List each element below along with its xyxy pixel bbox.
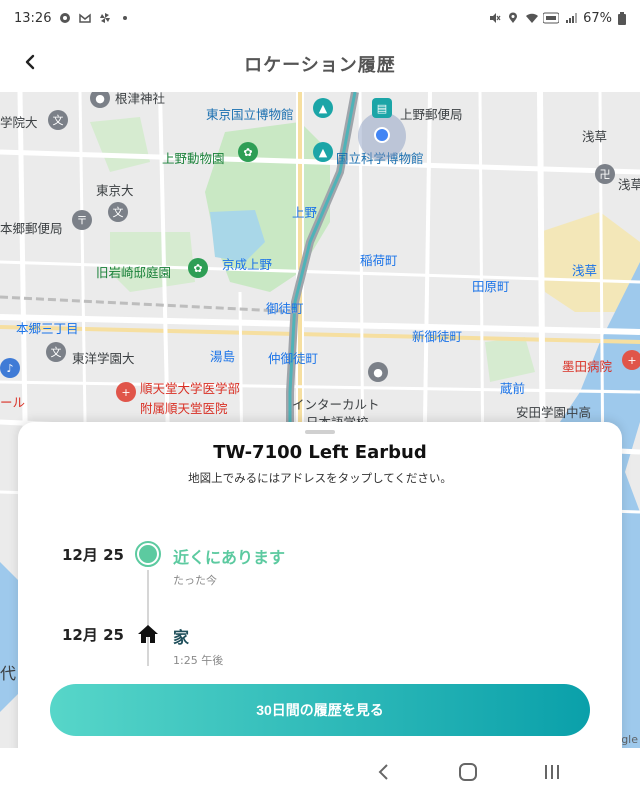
map-label-juntendo[interactable]: 順天堂大学医学部 xyxy=(140,378,240,397)
map-label-interculture[interactable]: インターカルト xyxy=(292,394,380,413)
google-logo: gle xyxy=(621,733,638,746)
map-label-okachimachi[interactable]: 御徒町 xyxy=(266,298,304,317)
map-label-hall[interactable]: ール xyxy=(0,392,25,411)
current-location-icon[interactable] xyxy=(374,127,390,143)
location-icon xyxy=(507,12,519,24)
app-screen: 13:26 67% ロケーション履歴 根津神社 ● 学院大 文 東京国立博物館 … xyxy=(0,0,640,800)
map-label-yushima[interactable]: 湯島 xyxy=(210,346,235,365)
gmail-icon xyxy=(79,12,92,24)
signal-icon xyxy=(565,12,578,24)
camera-dot-icon xyxy=(59,12,71,24)
back-button[interactable] xyxy=(12,46,48,82)
wifi-icon xyxy=(525,12,539,24)
nav-home-button[interactable] xyxy=(454,760,482,788)
map-label-hongo-post[interactable]: 本郷郵便局 xyxy=(0,218,63,237)
map-label-ueno[interactable]: 上野 xyxy=(292,202,317,221)
status-time: 13:26 xyxy=(14,10,52,26)
view-30-day-history-button[interactable]: 30日間の履歴を見る xyxy=(50,684,590,736)
map-label-gakuin[interactable]: 学院大 xyxy=(0,112,38,131)
map-label-ueno-post[interactable]: 上野郵便局 xyxy=(400,104,463,123)
garden-icon[interactable]: ✿ xyxy=(188,258,208,278)
entry-title[interactable]: 家 xyxy=(173,624,189,648)
map-label-negishi[interactable]: 根津神社 xyxy=(115,92,165,107)
school-icon[interactable]: 文 xyxy=(108,202,128,222)
map-label-hongo3[interactable]: 本郷三丁目 xyxy=(16,318,79,337)
entry-subtitle: たった今 xyxy=(173,574,217,587)
map-label-asakusa2[interactable]: 浅草 xyxy=(618,174,640,193)
map-label-bokuto[interactable]: 墨田病院 xyxy=(562,356,612,375)
museum-icon[interactable]: ▲ xyxy=(313,98,333,118)
school-icon[interactable]: 文 xyxy=(48,110,68,130)
map-label-yasuda[interactable]: 安田学園中高 xyxy=(516,402,591,421)
nav-home-icon xyxy=(458,763,478,785)
instruction-text: 地図上でみるにはアドレスをタップしてください。 xyxy=(188,471,452,485)
battery-percent: 67% xyxy=(583,10,612,26)
map-label-ueno-zoo[interactable]: 上野動物園 xyxy=(162,148,225,167)
map-label-asakusa[interactable]: 浅草 xyxy=(582,126,607,145)
pinwheel-icon xyxy=(99,12,111,24)
post-office-icon[interactable]: 〒 xyxy=(72,210,92,230)
map-label-naka-okachimachi[interactable]: 仲御徒町 xyxy=(268,348,318,367)
map-label-inaricho[interactable]: 稲荷町 xyxy=(360,250,398,269)
map-label-toyo-gakuen[interactable]: 東洋学園大 xyxy=(72,348,135,367)
history-entry[interactable]: 12月 25 家 1:25 午後 xyxy=(18,620,622,670)
map-pin-icon[interactable]: ● xyxy=(368,362,388,382)
nav-recents-icon xyxy=(543,763,561,785)
app-bar: ロケーション履歴 xyxy=(0,36,640,92)
device-name: TW-7100 Left Earbud xyxy=(213,442,427,463)
museum-icon[interactable]: ▲ xyxy=(313,142,333,162)
entry-date: 12月 25 xyxy=(62,546,124,564)
map-label-shin-okachimachi[interactable]: 新御徒町 xyxy=(412,326,462,345)
location-history-sheet: TW-7100 Left Earbud 地図上でみるにはアドレスをタップしてくだ… xyxy=(18,422,622,762)
system-nav-bar xyxy=(0,748,640,800)
status-bar: 13:26 67% xyxy=(0,0,640,36)
map-label-tokyo-museum[interactable]: 東京国立博物館 xyxy=(206,104,294,123)
entry-title[interactable]: 近くにあります xyxy=(173,544,285,568)
volte-icon xyxy=(542,12,560,24)
temple-icon[interactable]: 卍 xyxy=(595,164,615,184)
drag-handle[interactable] xyxy=(305,430,335,434)
music-venue-icon[interactable]: ♪ xyxy=(0,358,20,378)
map-label-dai[interactable]: 代 xyxy=(0,660,16,684)
map-label-keisei-ueno[interactable]: 京成上野 xyxy=(222,254,272,273)
map-label-todai[interactable]: 東京大 xyxy=(96,180,134,199)
nav-back-button[interactable] xyxy=(370,760,398,788)
home-icon xyxy=(134,620,162,648)
nav-back-icon xyxy=(377,763,391,785)
page-title: ロケーション履歴 xyxy=(244,55,396,76)
entry-subtitle: 1:25 午後 xyxy=(173,654,224,667)
map-label-juntendo2[interactable]: 附属順天堂医院 xyxy=(140,398,228,417)
folder-marker-icon[interactable]: ▤ xyxy=(372,98,392,118)
map-label-asakusa-station[interactable]: 浅草 xyxy=(572,260,597,279)
zoo-icon[interactable]: ✿ xyxy=(238,142,258,162)
map-label-tawaramachi[interactable]: 田原町 xyxy=(472,276,510,295)
mute-icon xyxy=(489,12,501,24)
hospital-icon[interactable]: + xyxy=(622,350,640,370)
current-location-dot-icon xyxy=(134,540,162,568)
hospital-icon[interactable]: + xyxy=(116,382,136,402)
battery-icon xyxy=(618,12,626,25)
chevron-left-icon xyxy=(23,54,37,74)
nav-recents-button[interactable] xyxy=(538,760,566,788)
map-label-iwasaki[interactable]: 旧岩崎邸庭園 xyxy=(96,262,171,281)
dot-icon xyxy=(119,12,131,24)
history-entry[interactable]: 12月 25 近くにあります たった今 xyxy=(18,540,622,590)
map-label-kuramae[interactable]: 蔵前 xyxy=(500,378,525,397)
entry-date: 12月 25 xyxy=(62,626,124,644)
school-icon[interactable]: 文 xyxy=(46,342,66,362)
